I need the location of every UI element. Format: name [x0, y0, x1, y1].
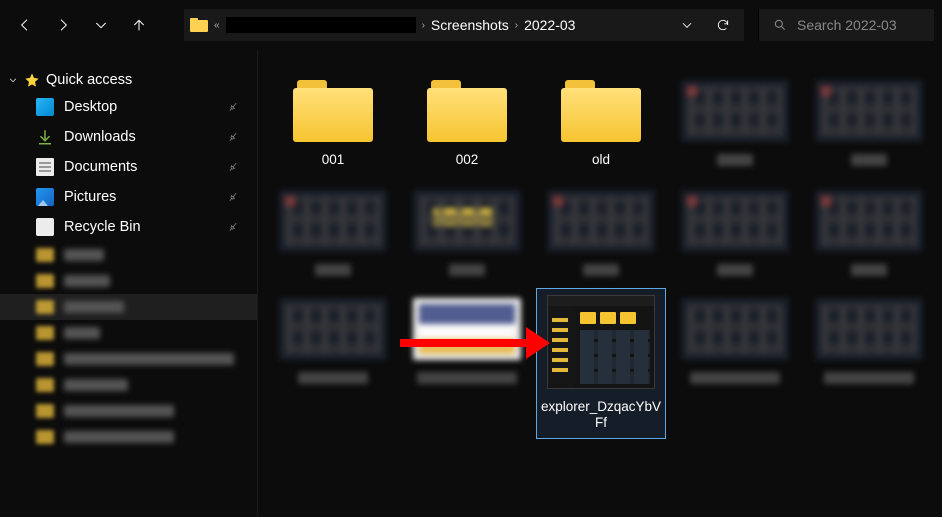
file-item-redacted[interactable] — [402, 288, 532, 438]
sidebar-item-redacted-selected[interactable] — [0, 294, 257, 320]
screenshot-thumbnail — [547, 295, 655, 389]
sidebar-item-label: Downloads — [64, 129, 136, 145]
search-placeholder: Search 2022-03 — [797, 17, 897, 33]
chevron-right-icon: › — [422, 20, 425, 31]
pictures-icon — [36, 188, 54, 206]
document-icon — [36, 158, 54, 176]
address-bar[interactable]: « › Screenshots › 2022-03 — [184, 9, 744, 41]
sidebar-item-documents[interactable]: Documents — [0, 152, 257, 182]
address-dropdown[interactable] — [672, 10, 702, 40]
breadcrumb-current[interactable]: 2022-03 — [524, 17, 575, 33]
file-item-selected[interactable]: explorer_DzqacYbVFf — [536, 288, 666, 438]
sidebar-item-redacted[interactable] — [0, 372, 257, 398]
quick-access-header[interactable]: Quick access — [0, 68, 257, 92]
folder-item[interactable]: old — [536, 70, 666, 174]
file-item-redacted[interactable] — [670, 288, 800, 438]
quick-access-label: Quick access — [46, 72, 132, 88]
file-item-redacted[interactable] — [804, 288, 934, 438]
file-item-redacted[interactable] — [670, 180, 800, 282]
sidebar-item-label: Documents — [64, 159, 137, 175]
sidebar-item-label: Desktop — [64, 99, 117, 115]
item-label: 002 — [456, 152, 479, 168]
item-label: 001 — [322, 152, 345, 168]
pin-icon — [225, 219, 242, 236]
chevron-right-icon: › — [515, 20, 518, 31]
file-item-redacted[interactable] — [536, 180, 666, 282]
sidebar-item-redacted[interactable] — [0, 424, 257, 450]
toolbar: « › Screenshots › 2022-03 Search 2022-03 — [0, 0, 942, 50]
forward-button[interactable] — [46, 8, 80, 42]
sidebar-item-desktop[interactable]: Desktop — [0, 92, 257, 122]
file-item-redacted[interactable] — [268, 180, 398, 282]
pin-icon — [225, 99, 242, 116]
file-item-redacted[interactable] — [804, 70, 934, 174]
refresh-button[interactable] — [708, 10, 738, 40]
folder-icon — [293, 80, 373, 142]
search-box[interactable]: Search 2022-03 — [758, 9, 934, 41]
sidebar-item-label: Pictures — [64, 189, 116, 205]
chevron-down-icon — [8, 75, 18, 85]
pin-icon — [225, 159, 242, 176]
sidebar-item-redacted[interactable] — [0, 268, 257, 294]
up-button[interactable] — [122, 8, 156, 42]
sidebar-item-redacted[interactable] — [0, 320, 257, 346]
file-item-redacted[interactable] — [670, 70, 800, 174]
sidebar: Quick access Desktop Downloads Documents… — [0, 50, 258, 517]
sidebar-item-redacted[interactable] — [0, 398, 257, 424]
pin-icon — [225, 189, 242, 206]
sidebar-item-downloads[interactable]: Downloads — [0, 122, 257, 152]
pin-icon — [225, 129, 242, 146]
folder-item[interactable]: 001 — [268, 70, 398, 174]
folder-icon — [561, 80, 641, 142]
file-item-redacted[interactable] — [268, 288, 398, 438]
search-icon — [773, 18, 787, 32]
star-icon — [24, 72, 40, 88]
folder-item[interactable]: 002 — [402, 70, 532, 174]
sidebar-item-redacted[interactable] — [0, 242, 257, 268]
item-label: explorer_DzqacYbVFf — [539, 399, 663, 431]
file-item-redacted[interactable] — [402, 180, 532, 282]
redacted-path — [226, 17, 416, 33]
recycle-bin-icon — [36, 218, 54, 236]
file-pane[interactable]: 001 002 old explorer_DzqacYbVFf — [258, 50, 942, 517]
download-icon — [36, 128, 54, 146]
item-label: old — [592, 152, 610, 168]
sidebar-item-redacted[interactable] — [0, 346, 257, 372]
desktop-icon — [36, 98, 54, 116]
back-button[interactable] — [8, 8, 42, 42]
breadcrumb-screenshots[interactable]: Screenshots — [431, 17, 509, 33]
chevron-icon: « — [214, 20, 220, 31]
file-item-redacted[interactable] — [804, 180, 934, 282]
folder-icon — [427, 80, 507, 142]
sidebar-item-label: Recycle Bin — [64, 219, 141, 235]
folder-icon — [190, 18, 208, 32]
recent-dropdown[interactable] — [84, 8, 118, 42]
sidebar-item-pictures[interactable]: Pictures — [0, 182, 257, 212]
sidebar-item-recycle-bin[interactable]: Recycle Bin — [0, 212, 257, 242]
